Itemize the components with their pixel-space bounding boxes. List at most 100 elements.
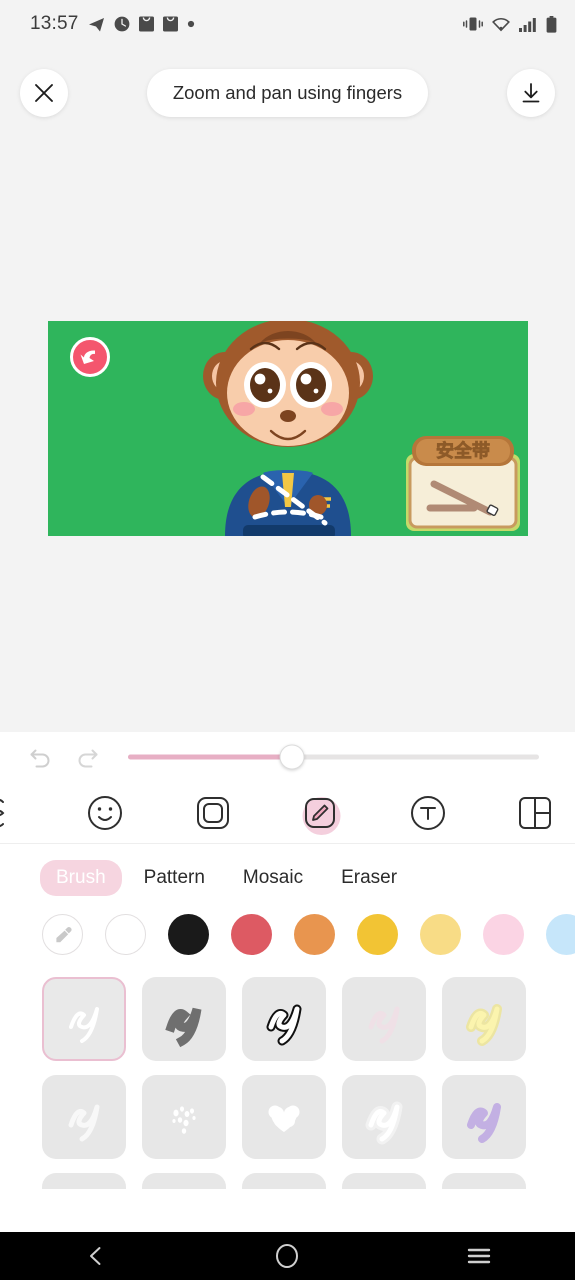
- brush-marker-gray[interactable]: [142, 977, 226, 1061]
- tab-pattern[interactable]: Pattern: [128, 860, 221, 896]
- brush-row-2: [42, 1075, 575, 1159]
- brush-row3-tile[interactable]: [342, 1173, 426, 1189]
- tab-brush[interactable]: Brush: [40, 860, 122, 896]
- download-icon: [522, 83, 540, 103]
- brush-row-1: [42, 977, 575, 1061]
- card-title-text: 安全带: [436, 440, 490, 462]
- brush-row3-tile[interactable]: [242, 1173, 326, 1189]
- brush-neon-yellow[interactable]: [442, 977, 526, 1061]
- brush-preview-icon: [466, 1004, 502, 1046]
- close-icon: [35, 84, 53, 102]
- brush-preview-icon: [467, 1103, 501, 1143]
- close-button[interactable]: [20, 69, 68, 117]
- brush-cloud-heart[interactable]: [242, 1075, 326, 1159]
- tab-brush-label: Brush: [56, 867, 106, 888]
- brush-row3-tile[interactable]: [442, 1173, 526, 1189]
- brush-preview-icon: [172, 1106, 196, 1134]
- tool-draw[interactable]: [286, 782, 354, 844]
- mail-icon: [162, 16, 178, 32]
- color-white[interactable]: [105, 914, 146, 955]
- nav-back-icon: [89, 1247, 101, 1265]
- color-eyedropper[interactable]: [42, 914, 83, 955]
- brush-row3-tile[interactable]: [142, 1173, 226, 1189]
- eyedropper-icon: [55, 926, 72, 942]
- nav-back-button[interactable]: [61, 1232, 131, 1280]
- tool-strip: [0, 782, 575, 844]
- color-black[interactable]: [168, 914, 209, 955]
- status-bar-right: [463, 15, 557, 33]
- nav-recents-button[interactable]: [444, 1232, 514, 1280]
- status-bar: 13:57: [0, 0, 575, 48]
- redo-icon: [78, 749, 98, 768]
- vocabulary-card[interactable]: 安全带: [404, 435, 522, 533]
- brush-pen-white[interactable]: [42, 977, 126, 1061]
- brush-size-slider[interactable]: [128, 734, 539, 780]
- canvas-area[interactable]: 安全带: [0, 124, 575, 732]
- vibrate-icon: [463, 17, 483, 31]
- brush-row3-tile[interactable]: [42, 1173, 126, 1189]
- brush-preview-icon: [68, 1104, 100, 1142]
- zoom-pan-hint: Zoom and pan using fingers: [146, 69, 429, 117]
- status-time: 13:57: [30, 13, 79, 34]
- brush-outline-black[interactable]: [242, 977, 326, 1061]
- editor-panel: Brush Pattern Mosaic Eraser: [0, 732, 575, 1232]
- dot-icon: [187, 20, 194, 28]
- color-light-yellow[interactable]: [420, 914, 461, 955]
- brush-glow-white[interactable]: [342, 1075, 426, 1159]
- tab-eraser[interactable]: Eraser: [325, 860, 413, 896]
- back-arrow-icon: [80, 349, 95, 364]
- tab-mosaic-label: Mosaic: [242, 867, 304, 888]
- color-yellow[interactable]: [357, 914, 398, 955]
- nav-recents-icon: [467, 1248, 491, 1264]
- header-bar: Zoom and pan using fingers: [0, 62, 575, 124]
- nav-home-icon: [276, 1244, 299, 1268]
- wifi-icon: [492, 17, 510, 31]
- monkey-illustration: [202, 320, 373, 536]
- tab-mosaic[interactable]: Mosaic: [227, 860, 319, 896]
- mail-icon: [138, 16, 154, 32]
- brush-faint-pink[interactable]: [342, 977, 426, 1061]
- text-icon: [410, 795, 445, 830]
- download-button[interactable]: [507, 69, 555, 117]
- brush-preview-icon: [368, 1006, 400, 1044]
- brush-preview-icon: [365, 1101, 403, 1145]
- brush-style-grid: [0, 965, 575, 1189]
- sticker-icon: [88, 795, 123, 830]
- artwork-image[interactable]: 安全带: [47, 320, 528, 536]
- android-nav-bar: [0, 1232, 575, 1280]
- nav-home-button[interactable]: [252, 1232, 322, 1280]
- tool-crop[interactable]: [0, 782, 32, 844]
- clock-icon: [114, 16, 129, 32]
- draw-icon: [305, 797, 336, 828]
- brush-purple-stroke[interactable]: [442, 1075, 526, 1159]
- artwork-back-button[interactable]: [69, 336, 110, 377]
- redo-button[interactable]: [64, 734, 110, 780]
- slider-thumb[interactable]: [279, 744, 305, 770]
- layout-icon: [518, 796, 551, 829]
- brush-preview-icon: [268, 1105, 300, 1132]
- color-light-blue[interactable]: [546, 914, 575, 955]
- tab-eraser-label: Eraser: [341, 867, 398, 888]
- battery-icon: [546, 15, 557, 33]
- crop-icon: [0, 798, 5, 827]
- brush-preview-icon: [165, 1007, 202, 1048]
- brush-sparkle[interactable]: [142, 1075, 226, 1159]
- telegram-icon: [88, 17, 104, 31]
- slider-fill: [128, 754, 293, 760]
- tool-sticker[interactable]: [71, 782, 139, 844]
- history-and-size-row: [0, 732, 575, 782]
- color-orange[interactable]: [294, 914, 335, 955]
- color-pink[interactable]: [483, 914, 524, 955]
- undo-button[interactable]: [18, 734, 64, 780]
- color-red[interactable]: [231, 914, 272, 955]
- tool-frame[interactable]: [179, 782, 247, 844]
- phone-screen: 13:57 Zoom and pan using fingers 安全带 Bru…: [0, 0, 575, 1280]
- tool-layout[interactable]: [501, 782, 569, 844]
- tool-text[interactable]: [394, 782, 462, 844]
- brush-soft-white[interactable]: [42, 1075, 126, 1159]
- tab-pattern-label: Pattern: [143, 867, 205, 888]
- signal-icon: [519, 17, 536, 32]
- brush-row-3-clipped: [42, 1173, 575, 1189]
- color-palette[interactable]: [0, 906, 575, 965]
- undo-icon: [30, 749, 50, 768]
